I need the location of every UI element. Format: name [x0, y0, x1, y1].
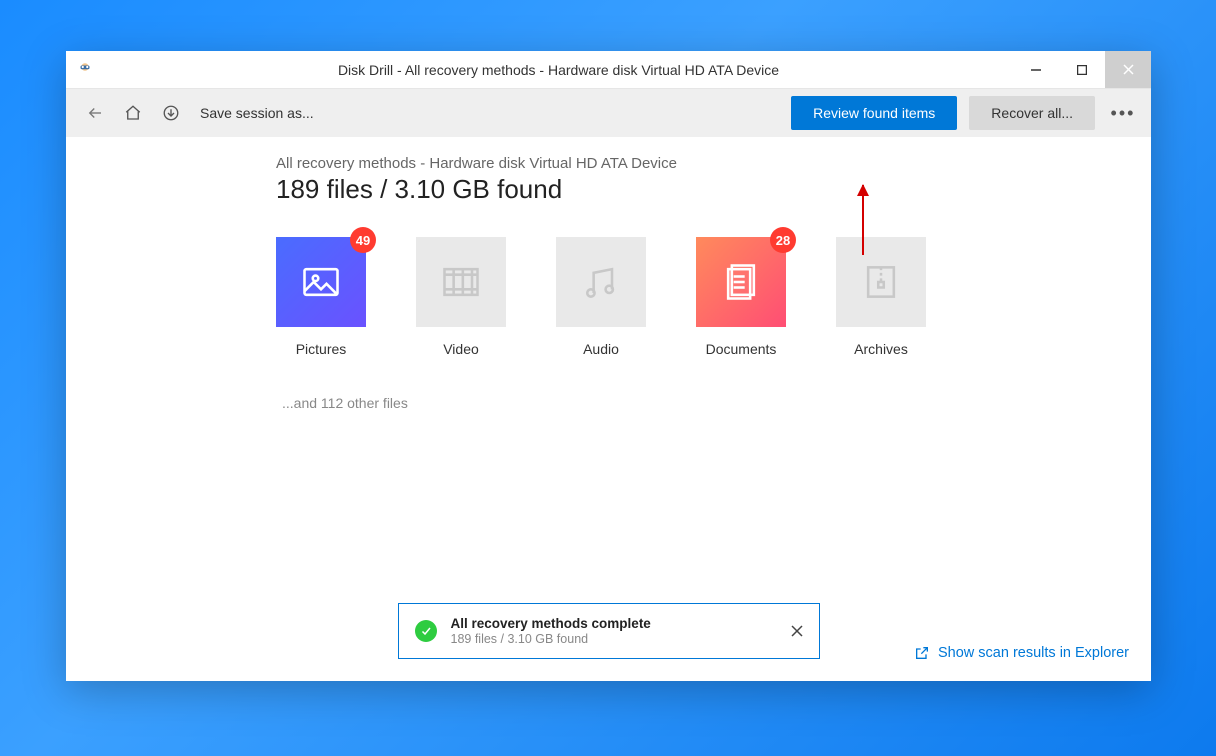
recover-all-button[interactable]: Recover all... — [969, 96, 1095, 130]
scan-headline: 189 files / 3.10 GB found — [276, 174, 1151, 205]
documents-tile: 28 — [696, 237, 786, 327]
window-controls — [1013, 51, 1151, 88]
audio-label: Audio — [556, 341, 646, 357]
category-video[interactable]: Video — [416, 237, 506, 357]
status-title: All recovery methods complete — [451, 616, 777, 631]
content-area: All recovery methods - Hardware disk Vir… — [66, 137, 1151, 681]
explorer-link-label: Show scan results in Explorer — [938, 645, 1129, 661]
archives-tile — [836, 237, 926, 327]
archives-label: Archives — [836, 341, 926, 357]
toolbar: Save session as... Review found items Re… — [66, 89, 1151, 137]
other-files-text: ...and 112 other files — [282, 395, 1151, 411]
scan-subtitle: All recovery methods - Hardware disk Vir… — [276, 155, 1151, 172]
back-button[interactable] — [78, 96, 112, 130]
open-external-icon — [914, 645, 930, 661]
status-subtitle: 189 files / 3.10 GB found — [451, 632, 777, 646]
category-documents[interactable]: 28 Documents — [696, 237, 786, 357]
pictures-label: Pictures — [276, 341, 366, 357]
category-archives[interactable]: Archives — [836, 237, 926, 357]
video-tile — [416, 237, 506, 327]
success-check-icon — [415, 620, 437, 642]
pictures-badge: 49 — [350, 227, 376, 253]
audio-tile — [556, 237, 646, 327]
app-window: Disk Drill - All recovery methods - Hard… — [66, 51, 1151, 681]
documents-badge: 28 — [770, 227, 796, 253]
maximize-button[interactable] — [1059, 51, 1105, 88]
download-icon[interactable] — [154, 96, 188, 130]
window-title: Disk Drill - All recovery methods - Hard… — [104, 62, 1013, 78]
category-pictures[interactable]: 49 Pictures — [276, 237, 366, 357]
category-grid: 49 Pictures Video Audio — [276, 237, 1151, 357]
video-label: Video — [416, 341, 506, 357]
annotation-arrow-icon — [862, 185, 864, 255]
save-session-button[interactable]: Save session as... — [192, 105, 322, 121]
show-in-explorer-link[interactable]: Show scan results in Explorer — [914, 645, 1129, 661]
status-close-button[interactable] — [791, 625, 803, 637]
review-found-items-button[interactable]: Review found items — [791, 96, 957, 130]
home-button[interactable] — [116, 96, 150, 130]
minimize-button[interactable] — [1013, 51, 1059, 88]
status-banner: All recovery methods complete 189 files … — [398, 603, 820, 659]
documents-label: Documents — [696, 341, 786, 357]
close-button[interactable] — [1105, 51, 1151, 88]
category-audio[interactable]: Audio — [556, 237, 646, 357]
more-options-button[interactable]: ••• — [1099, 103, 1139, 124]
titlebar: Disk Drill - All recovery methods - Hard… — [66, 51, 1151, 89]
pictures-tile: 49 — [276, 237, 366, 327]
desktop-background: Disk Drill - All recovery methods - Hard… — [0, 0, 1216, 756]
app-icon — [66, 51, 104, 89]
